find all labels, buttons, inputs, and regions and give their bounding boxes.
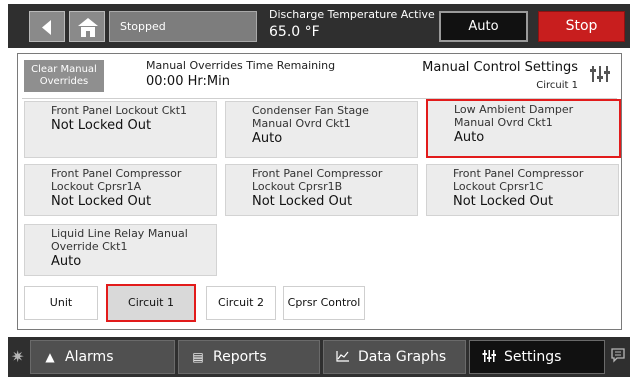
- setting-label: Front Panel Compressor Lockout Cprsr1B: [252, 167, 383, 193]
- setting-value: Not Locked Out: [51, 118, 152, 133]
- setting-card-condenser-fan-ovrd[interactable]: Condenser Fan Stage Manual Ovrd Ckt1 Aut…: [225, 101, 418, 158]
- tab-cprsr-control[interactable]: Cprsr Control: [283, 286, 365, 320]
- setting-label: Front Panel Lockout Ckt1: [51, 104, 188, 117]
- clear-manual-overrides-button[interactable]: Clear Manual Overrides: [24, 60, 104, 92]
- page-title: Manual Control Settings: [422, 60, 578, 75]
- setting-label: Liquid Line Relay Manual Override Ckt1: [51, 227, 188, 253]
- setting-card-low-ambient-damper-ovrd[interactable]: Low Ambient Damper Manual Ovrd Ckt1 Auto: [426, 99, 621, 158]
- setting-card-liquid-line-relay-ovrd[interactable]: Liquid Line Relay Manual Override Ckt1 A…: [24, 224, 217, 276]
- page-subtitle: Circuit 1: [536, 80, 578, 91]
- nav-settings[interactable]: Settings: [469, 340, 605, 374]
- setting-card-compressor-lockout-1a[interactable]: Front Panel Compressor Lockout Cprsr1A N…: [24, 164, 217, 216]
- overrides-timer-value: 00:00 Hr:Min: [146, 74, 230, 89]
- line-chart-icon: [334, 341, 352, 373]
- setting-card-compressor-lockout-1c[interactable]: Front Panel Compressor Lockout Cprsr1C N…: [426, 164, 619, 216]
- setting-value: Auto: [454, 130, 485, 145]
- setting-card-front-panel-lockout[interactable]: Front Panel Lockout Ckt1 Not Locked Out: [24, 101, 217, 158]
- setting-label: Front Panel Compressor Lockout Cprsr1C: [453, 167, 584, 193]
- nav-label: Alarms: [65, 349, 114, 365]
- setting-label: Low Ambient Damper Manual Ovrd Ckt1: [454, 103, 574, 129]
- unit-status: Stopped: [109, 11, 257, 42]
- bell-icon: ▲: [45, 350, 55, 364]
- setting-value: Not Locked Out: [453, 194, 554, 209]
- bottom-nav: ✷ ▲ Alarms ▤ Reports Data Graphs Settings: [8, 337, 630, 377]
- brightness-icon[interactable]: ✷: [11, 348, 29, 366]
- manual-control-panel: Clear Manual Overrides Manual Overrides …: [17, 53, 622, 330]
- top-bar: Stopped Discharge Temperature Active 65.…: [8, 4, 630, 48]
- settings-sliders-icon: [589, 64, 611, 84]
- setting-label: Front Panel Compressor Lockout Cprsr1A: [51, 167, 182, 193]
- home-button[interactable]: [69, 11, 105, 42]
- nav-reports[interactable]: ▤ Reports: [178, 340, 320, 374]
- setting-card-compressor-lockout-1b[interactable]: Front Panel Compressor Lockout Cprsr1B N…: [225, 164, 418, 216]
- setting-value: Auto: [51, 254, 82, 269]
- setting-label: Condenser Fan Stage Manual Ovrd Ckt1: [252, 104, 369, 130]
- overrides-timer-label: Manual Overrides Time Remaining: [146, 59, 336, 72]
- setting-value: Not Locked Out: [252, 194, 353, 209]
- settings-sliders-icon: [480, 341, 498, 373]
- nav-label: Data Graphs: [358, 349, 447, 365]
- tab-circuit-1[interactable]: Circuit 1: [106, 284, 196, 322]
- stop-button[interactable]: Stop: [538, 11, 625, 42]
- home-icon: [78, 18, 98, 37]
- back-button[interactable]: [29, 11, 65, 42]
- chat-icon[interactable]: [609, 347, 627, 365]
- auto-button[interactable]: Auto: [439, 11, 528, 42]
- nav-data-graphs[interactable]: Data Graphs: [323, 340, 466, 374]
- nav-label: Settings: [504, 349, 562, 365]
- tab-unit[interactable]: Unit: [24, 286, 98, 320]
- back-arrow-icon: [42, 20, 51, 35]
- document-icon: ▤: [192, 350, 204, 364]
- active-message-value: 65.0 °F: [269, 24, 320, 40]
- nav-alarms[interactable]: ▲ Alarms: [30, 340, 175, 374]
- active-message-label: Discharge Temperature Active: [269, 8, 435, 21]
- tab-circuit-2[interactable]: Circuit 2: [206, 286, 276, 320]
- setting-value: Not Locked Out: [51, 194, 152, 209]
- nav-label: Reports: [213, 349, 267, 365]
- setting-value: Auto: [252, 131, 283, 146]
